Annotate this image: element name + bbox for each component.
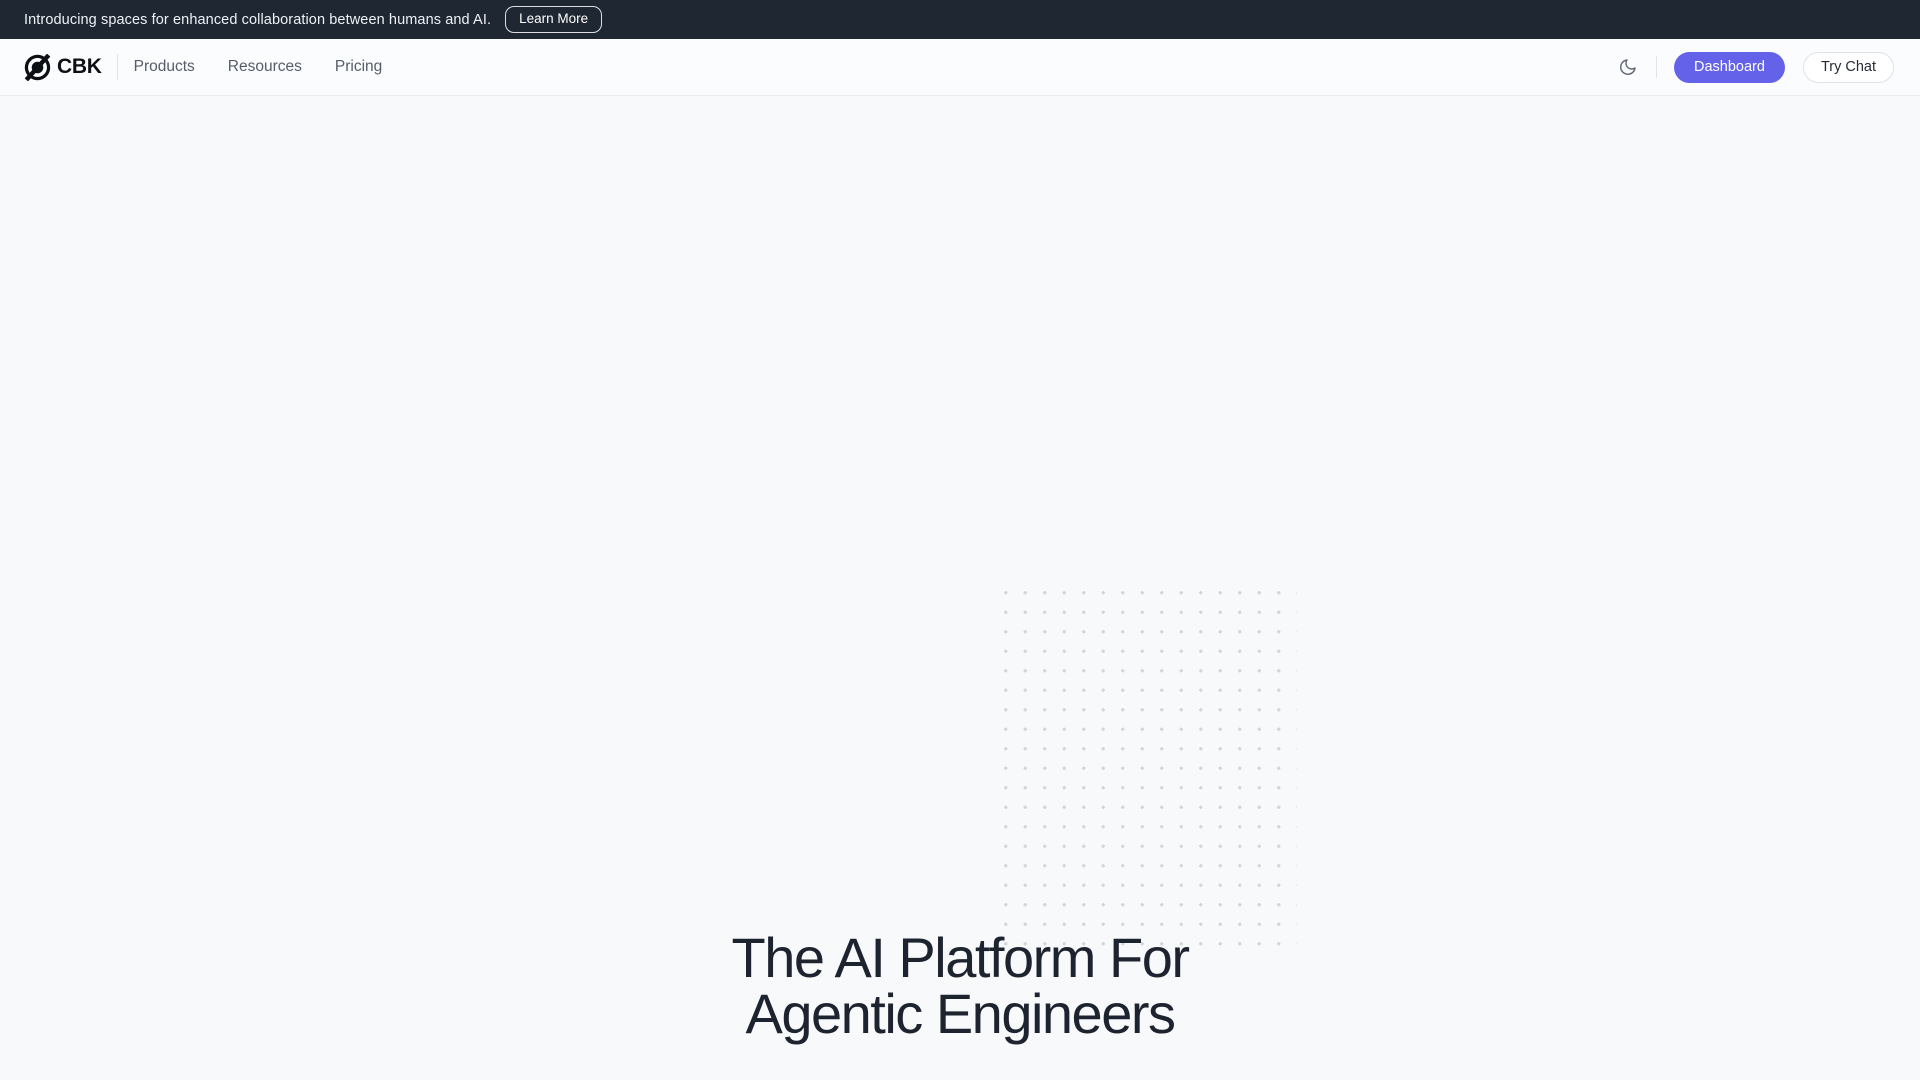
- announcement-banner: Introducing spaces for enhanced collabor…: [0, 0, 1920, 39]
- nav-right-divider: [1656, 56, 1657, 78]
- brand-home-link[interactable]: CBK: [24, 54, 102, 81]
- nav-link-resources[interactable]: Resources: [228, 58, 302, 76]
- learn-more-button[interactable]: Learn More: [505, 6, 602, 32]
- brand-name: CBK: [57, 55, 102, 79]
- try-chat-button[interactable]: Try Chat: [1803, 52, 1894, 83]
- nav-right: Dashboard Try Chat: [1614, 52, 1894, 83]
- nav-left: CBK Products Resources Pricing: [24, 54, 382, 81]
- announcement-text: Introducing spaces for enhanced collabor…: [24, 12, 491, 28]
- hero-section: The AI Platform For Agentic Engineers Pr…: [0, 96, 1920, 1080]
- nav-link-pricing[interactable]: Pricing: [335, 58, 382, 76]
- cbk-logo-icon: [24, 54, 51, 81]
- dashboard-button[interactable]: Dashboard: [1674, 52, 1785, 83]
- hero-title-line2: Agentic Engineers: [745, 982, 1174, 1045]
- theme-toggle-button[interactable]: [1614, 53, 1642, 81]
- dot-pattern-top-right: [992, 579, 1297, 954]
- navbar: CBK Products Resources Pricing Dashboard…: [0, 39, 1920, 96]
- hero-title: The AI Platform For Agentic Engineers: [0, 930, 1920, 1042]
- hero-title-line1: The AI Platform For: [732, 926, 1189, 989]
- nav-divider: [117, 54, 118, 80]
- nav-links: Products Resources Pricing: [134, 58, 383, 76]
- moon-icon: [1618, 57, 1638, 77]
- nav-link-products[interactable]: Products: [134, 58, 195, 76]
